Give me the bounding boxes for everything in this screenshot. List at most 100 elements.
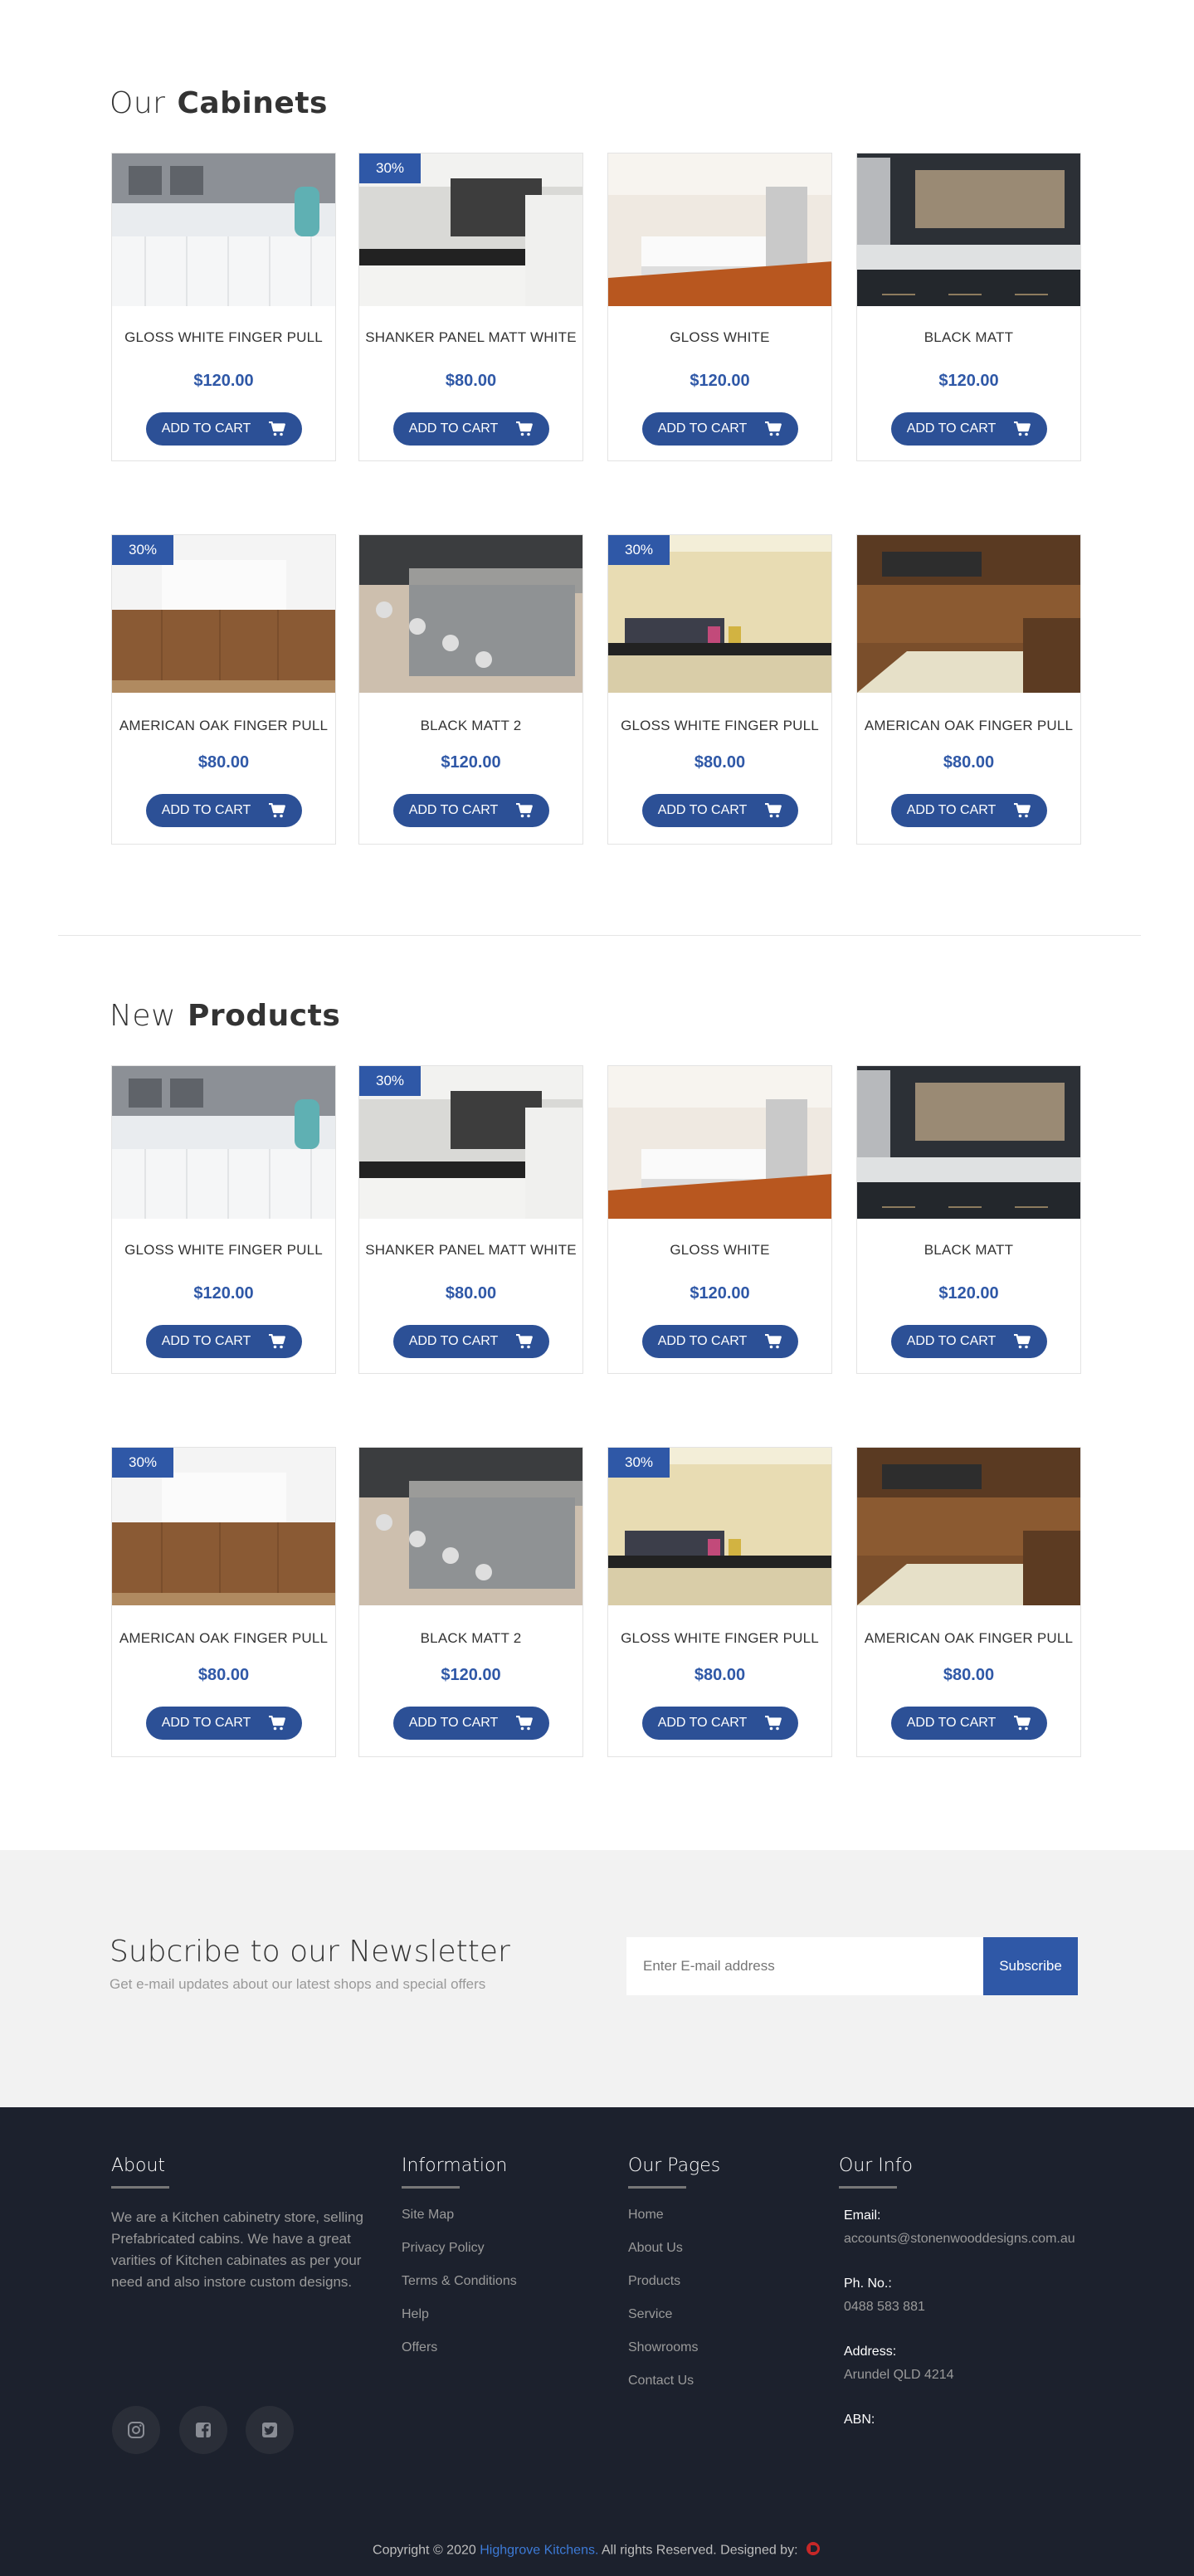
product-image[interactable] bbox=[112, 1066, 335, 1219]
product-card[interactable]: 30% SHANKER PANEL MATT WHITE $80.00 ADD … bbox=[358, 1065, 583, 1374]
add-to-cart-button[interactable]: ADD TO CART bbox=[641, 794, 798, 827]
product-card[interactable]: AMERICAN OAK FINGER PULL $80.00 ADD TO C… bbox=[856, 1447, 1081, 1757]
add-to-cart-button[interactable]: ADD TO CART bbox=[145, 1707, 302, 1740]
product-title[interactable]: SHANKER PANEL MATT WHITE bbox=[359, 329, 582, 346]
footer-info-link[interactable]: Help bbox=[402, 2306, 517, 2340]
footer-page-link[interactable]: Showrooms bbox=[628, 2340, 720, 2373]
designer-logo-icon[interactable] bbox=[805, 2540, 821, 2561]
add-to-cart-button[interactable]: ADD TO CART bbox=[890, 1325, 1047, 1358]
product-image[interactable] bbox=[857, 153, 1080, 306]
footer-page-link[interactable]: About Us bbox=[628, 2240, 720, 2273]
product-title[interactable]: GLOSS WHITE FINGER PULL bbox=[608, 718, 831, 734]
newsletter-email-input[interactable] bbox=[626, 1937, 983, 1995]
product-image[interactable] bbox=[359, 535, 582, 693]
product-image[interactable] bbox=[608, 153, 831, 306]
product-card[interactable]: 30% AMERICAN OAK FINGER PULL $80.00 ADD … bbox=[111, 534, 336, 845]
product-price: $80.00 bbox=[694, 753, 746, 772]
product-card[interactable]: 30% GLOSS WHITE FINGER PULL $80.00 ADD T… bbox=[607, 534, 832, 845]
footer-page-link[interactable]: Contact Us bbox=[628, 2373, 720, 2406]
footer-page-link[interactable]: Service bbox=[628, 2306, 720, 2340]
product-image[interactable]: 30% bbox=[608, 535, 831, 693]
product-title[interactable]: GLOSS WHITE FINGER PULL bbox=[608, 1630, 831, 1647]
cart-icon bbox=[1014, 1716, 1031, 1731]
add-to-cart-button[interactable]: ADD TO CART bbox=[392, 794, 549, 827]
subscribe-button[interactable]: Subscribe bbox=[983, 1937, 1078, 1995]
cart-icon bbox=[269, 1716, 286, 1731]
facebook-icon[interactable] bbox=[179, 2406, 227, 2454]
add-to-cart-button[interactable]: ADD TO CART bbox=[145, 794, 302, 827]
product-title[interactable]: AMERICAN OAK FINGER PULL bbox=[857, 1630, 1080, 1647]
product-image[interactable] bbox=[112, 153, 335, 306]
product-title[interactable]: AMERICAN OAK FINGER PULL bbox=[857, 718, 1080, 734]
footer-about: About We are a Kitchen cabinetry store, … bbox=[111, 2155, 368, 2293]
product-image[interactable]: 30% bbox=[112, 535, 335, 693]
cart-icon bbox=[516, 803, 534, 818]
footer-info-link[interactable]: Terms & Conditions bbox=[402, 2273, 517, 2306]
product-title[interactable]: GLOSS WHITE bbox=[608, 1242, 831, 1259]
product-card[interactable]: 30% SHANKER PANEL MATT WHITE $80.00 ADD … bbox=[358, 153, 583, 461]
product-title[interactable]: AMERICAN OAK FINGER PULL bbox=[112, 718, 335, 734]
cart-icon bbox=[269, 1334, 286, 1349]
footer-info-link[interactable]: Offers bbox=[402, 2340, 517, 2373]
add-to-cart-button[interactable]: ADD TO CART bbox=[890, 412, 1047, 446]
product-card[interactable]: GLOSS WHITE FINGER PULL $120.00 ADD TO C… bbox=[111, 153, 336, 461]
add-to-cart-label: ADD TO CART bbox=[161, 1716, 251, 1730]
product-image[interactable] bbox=[857, 1448, 1080, 1605]
product-card[interactable]: BLACK MATT $120.00 ADD TO CART bbox=[856, 1065, 1081, 1374]
add-to-cart-button[interactable]: ADD TO CART bbox=[392, 412, 549, 446]
page-links: Home About Us Products Service Showrooms Cont… bbox=[628, 2207, 720, 2406]
product-card[interactable]: GLOSS WHITE $120.00 ADD TO CART bbox=[607, 153, 832, 461]
information-links: Site Map Privacy Policy Terms & Conditions… bbox=[402, 2207, 517, 2373]
product-title[interactable]: BLACK MATT bbox=[857, 1242, 1080, 1259]
product-title[interactable]: GLOSS WHITE bbox=[608, 329, 831, 346]
add-to-cart-button[interactable]: ADD TO CART bbox=[890, 1707, 1047, 1740]
footer-page-link[interactable]: Products bbox=[628, 2273, 720, 2306]
add-to-cart-button[interactable]: ADD TO CART bbox=[641, 1325, 798, 1358]
product-card[interactable]: BLACK MATT 2 $120.00 ADD TO CART bbox=[358, 1447, 583, 1757]
product-image[interactable] bbox=[608, 1066, 831, 1219]
add-to-cart-button[interactable]: ADD TO CART bbox=[890, 794, 1047, 827]
add-to-cart-button[interactable]: ADD TO CART bbox=[392, 1325, 549, 1358]
product-card[interactable]: GLOSS WHITE $120.00 ADD TO CART bbox=[607, 1065, 832, 1374]
email-value[interactable]: accounts@stonenwooddesigns.com.au bbox=[844, 2232, 1075, 2277]
footer-pages-heading: Our Pages bbox=[628, 2155, 721, 2176]
product-title[interactable]: GLOSS WHITE FINGER PULL bbox=[112, 329, 335, 346]
add-to-cart-button[interactable]: ADD TO CART bbox=[145, 1325, 302, 1358]
product-image[interactable]: 30% bbox=[112, 1448, 335, 1605]
add-to-cart-button[interactable]: ADD TO CART bbox=[641, 412, 798, 446]
footer-info-link[interactable]: Privacy Policy bbox=[402, 2240, 517, 2273]
product-card[interactable]: 30% AMERICAN OAK FINGER PULL $80.00 ADD … bbox=[111, 1447, 336, 1757]
instagram-icon[interactable] bbox=[112, 2406, 160, 2454]
add-to-cart-label: ADD TO CART bbox=[657, 803, 748, 817]
product-image[interactable]: 30% bbox=[359, 1066, 582, 1219]
add-to-cart-button[interactable]: ADD TO CART bbox=[641, 1707, 798, 1740]
product-card[interactable]: 30% GLOSS WHITE FINGER PULL $80.00 ADD T… bbox=[607, 1447, 832, 1757]
product-title[interactable]: SHANKER PANEL MATT WHITE bbox=[359, 1242, 582, 1259]
add-to-cart-button[interactable]: ADD TO CART bbox=[145, 412, 302, 446]
product-title[interactable]: BLACK MATT bbox=[857, 329, 1080, 346]
product-card[interactable]: BLACK MATT 2 $120.00 ADD TO CART bbox=[358, 534, 583, 845]
product-image[interactable] bbox=[857, 1066, 1080, 1219]
product-image[interactable] bbox=[359, 1448, 582, 1605]
product-image[interactable]: 30% bbox=[608, 1448, 831, 1605]
twitter-icon[interactable] bbox=[246, 2406, 294, 2454]
brand-link[interactable]: Highgrove Kitchens. bbox=[480, 2544, 598, 2558]
add-to-cart-button[interactable]: ADD TO CART bbox=[392, 1707, 549, 1740]
copyright-suffix: All rights Reserved. Designed by: bbox=[601, 2543, 798, 2558]
phone-value[interactable]: 0488 583 881 bbox=[844, 2300, 1075, 2345]
product-title[interactable]: BLACK MATT 2 bbox=[359, 718, 582, 734]
add-to-cart-label: ADD TO CART bbox=[408, 1716, 499, 1730]
footer-page-link[interactable]: Home bbox=[628, 2207, 720, 2240]
add-to-cart-label: ADD TO CART bbox=[657, 1716, 748, 1730]
product-image[interactable]: 30% bbox=[359, 153, 582, 306]
product-card[interactable]: GLOSS WHITE FINGER PULL $120.00 ADD TO C… bbox=[111, 1065, 336, 1374]
product-title[interactable]: GLOSS WHITE FINGER PULL bbox=[112, 1242, 335, 1259]
product-title[interactable]: BLACK MATT 2 bbox=[359, 1630, 582, 1647]
add-to-cart-label: ADD TO CART bbox=[657, 421, 748, 436]
product-card[interactable]: BLACK MATT $120.00 ADD TO CART bbox=[856, 153, 1081, 461]
footer-info-link[interactable]: Site Map bbox=[402, 2207, 517, 2240]
product-title[interactable]: AMERICAN OAK FINGER PULL bbox=[112, 1630, 335, 1647]
product-price: $80.00 bbox=[943, 1666, 995, 1684]
product-image[interactable] bbox=[857, 535, 1080, 693]
product-card[interactable]: AMERICAN OAK FINGER PULL $80.00 ADD TO C… bbox=[856, 534, 1081, 845]
